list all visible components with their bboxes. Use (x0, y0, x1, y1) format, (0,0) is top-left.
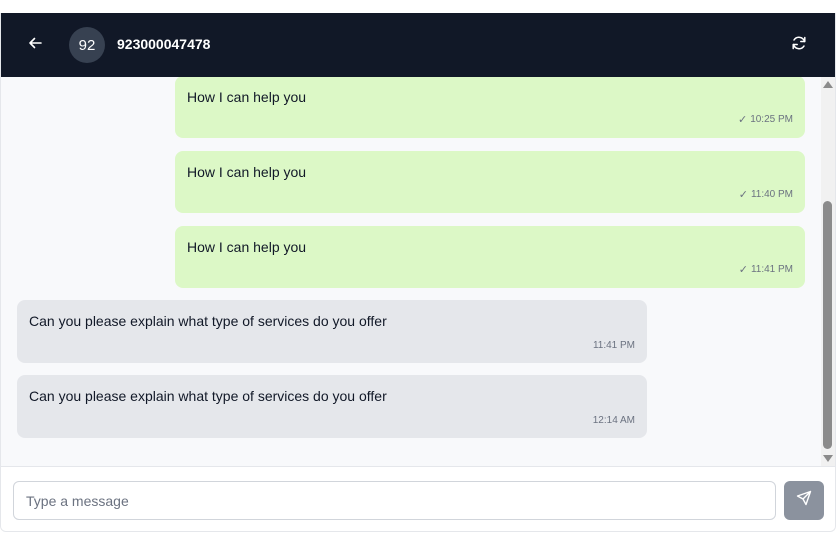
message-input[interactable] (13, 481, 776, 520)
message-time: 11:40 PM (750, 189, 793, 200)
message-meta: ✓ 11:40 PM (739, 188, 793, 201)
message-bubble-incoming: Can you please explain what type of serv… (17, 300, 647, 363)
message-meta: ✓ 10:25 PM (738, 113, 793, 126)
check-icon: ✓ (738, 189, 748, 201)
message-composer (1, 466, 835, 531)
refresh-icon (791, 35, 807, 56)
message-bubble-outgoing: How I can help you ✓ 11:41 PM (175, 226, 805, 288)
message-text: Can you please explain what type of serv… (29, 313, 387, 329)
refresh-button[interactable] (787, 33, 811, 57)
message-text: How I can help you (187, 164, 307, 180)
check-icon: ✓ (738, 264, 748, 276)
scroll-down-arrow-icon[interactable] (823, 455, 833, 462)
message-time: 12:14 AM (592, 415, 635, 426)
contact-name: 923000047478 (117, 36, 211, 52)
message-text: How I can help you (187, 89, 307, 105)
message-time: 11:41 PM (592, 340, 635, 351)
check-icon: ✓ (737, 114, 748, 126)
chat-header: 92 923000047478 (1, 13, 835, 77)
back-button[interactable] (23, 33, 47, 57)
send-icon (796, 490, 812, 511)
scroll-up-arrow-icon[interactable] (823, 81, 833, 88)
message-list: How I can help you ✓ 10:25 PM How I can … (1, 77, 821, 466)
avatar: 92 (69, 27, 105, 63)
message-meta: 11:41 PM (593, 340, 635, 351)
chat-window: 92 923000047478 How I can help you ✓ 10:… (0, 13, 836, 532)
message-bubble-outgoing: How I can help you ✓ 10:25 PM (175, 77, 805, 138)
message-time: 10:25 PM (750, 114, 793, 125)
message-scrollbar[interactable] (821, 77, 835, 466)
arrow-left-icon (28, 36, 42, 55)
background-page-strip (0, 0, 839, 13)
message-bubble-incoming: Can you please explain what type of serv… (17, 375, 647, 438)
scroll-thumb[interactable] (823, 201, 832, 449)
message-text: How I can help you (187, 239, 307, 255)
message-meta: ✓ 11:41 PM (739, 263, 793, 276)
message-bubble-outgoing: How I can help you ✓ 11:40 PM (175, 151, 805, 213)
message-text: Can you please explain what type of serv… (29, 388, 387, 404)
message-meta: 12:14 AM (593, 415, 635, 426)
send-button[interactable] (784, 481, 824, 520)
message-time: 11:41 PM (750, 264, 793, 275)
